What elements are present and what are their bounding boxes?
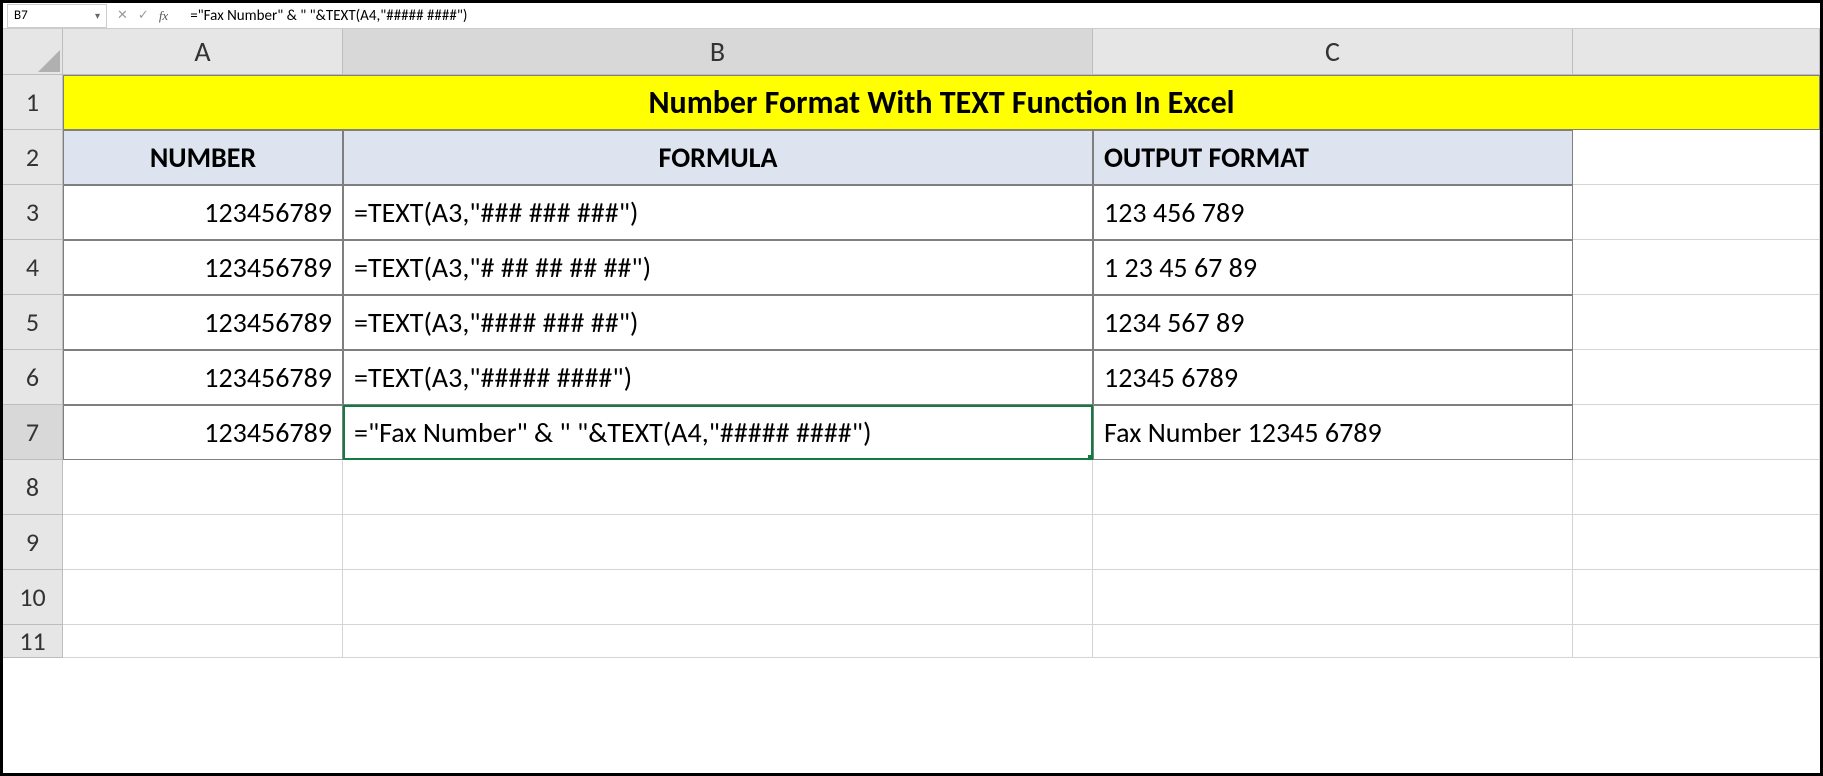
cell-a8[interactable] (63, 460, 343, 515)
cell-b9[interactable] (343, 515, 1093, 570)
cell-c9[interactable] (1093, 515, 1573, 570)
cell-a3[interactable]: 123456789 (63, 185, 343, 240)
row-header-10[interactable]: 10 (3, 570, 63, 625)
col-header-a[interactable]: A (63, 29, 343, 75)
row-header-5[interactable]: 5 (3, 295, 63, 350)
header-formula[interactable]: FORMULA (343, 130, 1093, 185)
select-all-corner[interactable] (3, 29, 63, 75)
cell-c5[interactable]: 1234 567 89 (1093, 295, 1573, 350)
cell-blank[interactable] (1573, 625, 1820, 658)
cell-c4[interactable]: 1 23 45 67 89 (1093, 240, 1573, 295)
cell-a7[interactable]: 123456789 (63, 405, 343, 460)
cell-blank[interactable] (1573, 240, 1820, 295)
row-header-8[interactable]: 8 (3, 460, 63, 515)
col-header-b[interactable]: B (343, 29, 1093, 75)
row-header-7[interactable]: 7 (3, 405, 63, 460)
row-header-3[interactable]: 3 (3, 185, 63, 240)
row-header-2[interactable]: 2 (3, 130, 63, 185)
enter-icon[interactable]: ✓ (138, 8, 149, 23)
chevron-down-icon[interactable]: ▾ (95, 9, 100, 22)
cell-b4[interactable]: =TEXT(A3,"# ## ## ## ##") (343, 240, 1093, 295)
cell-b6[interactable]: =TEXT(A3,"##### ####") (343, 350, 1093, 405)
cell-c11[interactable] (1093, 625, 1573, 658)
row-header-9[interactable]: 9 (3, 515, 63, 570)
fx-icon[interactable]: fx (159, 8, 168, 24)
cell-blank[interactable] (1573, 460, 1820, 515)
formula-bar-buttons: ✕ ✓ fx (107, 8, 186, 24)
cell-blank[interactable] (1573, 185, 1820, 240)
row-header-6[interactable]: 6 (3, 350, 63, 405)
row-header-1[interactable]: 1 (3, 75, 63, 130)
cell-blank[interactable] (1573, 350, 1820, 405)
cell-b5[interactable]: =TEXT(A3,"#### ### ##") (343, 295, 1093, 350)
cell-a6[interactable]: 123456789 (63, 350, 343, 405)
row-header-4[interactable]: 4 (3, 240, 63, 295)
cell-b10[interactable] (343, 570, 1093, 625)
cell-a5[interactable]: 123456789 (63, 295, 343, 350)
cell-blank[interactable] (1573, 130, 1820, 185)
cell-c7[interactable]: Fax Number 12345 6789 (1093, 405, 1573, 460)
formula-input[interactable] (186, 5, 1820, 27)
formula-bar: B7 ▾ ✕ ✓ fx (3, 3, 1820, 29)
cell-blank[interactable] (1573, 515, 1820, 570)
name-box-value: B7 (14, 8, 28, 23)
cell-b7[interactable]: ="Fax Number" & " "&TEXT(A4,"##### ####"… (343, 405, 1093, 460)
header-number[interactable]: NUMBER (63, 130, 343, 185)
col-header-c[interactable]: C (1093, 29, 1573, 75)
cell-a11[interactable] (63, 625, 343, 658)
page-title: Number Format With TEXT Function In Exce… (648, 83, 1234, 122)
cell-a10[interactable] (63, 570, 343, 625)
cell-blank[interactable] (1573, 405, 1820, 460)
header-output[interactable]: OUTPUT FORMAT (1093, 130, 1573, 185)
col-header-blank[interactable] (1573, 29, 1820, 75)
cell-a4[interactable]: 123456789 (63, 240, 343, 295)
cell-c8[interactable] (1093, 460, 1573, 515)
cell-blank[interactable] (1573, 570, 1820, 625)
cell-blank[interactable] (1573, 295, 1820, 350)
cell-b11[interactable] (343, 625, 1093, 658)
cell-c6[interactable]: 12345 6789 (1093, 350, 1573, 405)
cell-b8[interactable] (343, 460, 1093, 515)
row-header-11[interactable]: 11 (3, 625, 63, 658)
cell-c10[interactable] (1093, 570, 1573, 625)
name-box[interactable]: B7 ▾ (7, 4, 107, 28)
title-cell[interactable]: Number Format With TEXT Function In Exce… (63, 75, 1820, 130)
cancel-icon[interactable]: ✕ (117, 8, 128, 23)
cell-b3[interactable]: =TEXT(A3,"### ### ###") (343, 185, 1093, 240)
spreadsheet-grid: A B C 1 Number Format With TEXT Function… (3, 29, 1820, 658)
cell-c3[interactable]: 123 456 789 (1093, 185, 1573, 240)
cell-a9[interactable] (63, 515, 343, 570)
